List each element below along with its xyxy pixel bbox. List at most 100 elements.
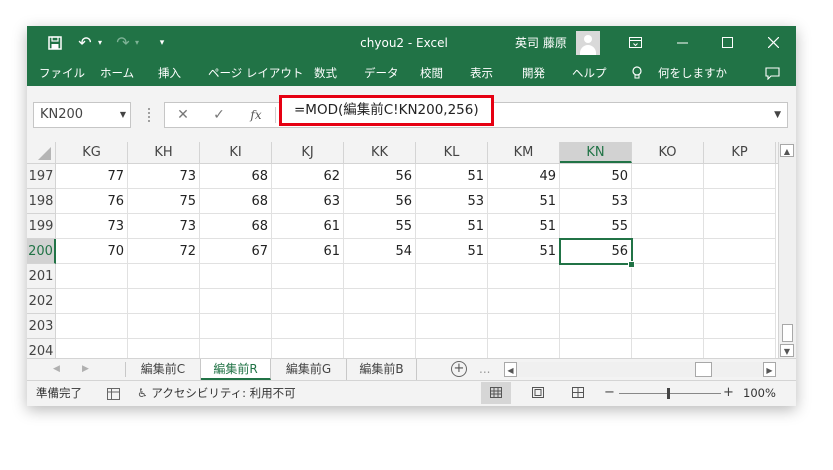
cell[interactable]	[272, 264, 344, 289]
cell[interactable]	[416, 264, 488, 289]
cell[interactable]	[344, 339, 416, 358]
cell[interactable]	[128, 339, 200, 358]
tab-review[interactable]: 校閲	[420, 62, 443, 86]
cell[interactable]	[200, 289, 272, 314]
row-header[interactable]: 202	[27, 289, 56, 314]
cell[interactable]: 56	[560, 239, 632, 264]
row-header[interactable]: 200	[27, 239, 56, 264]
cell[interactable]: 49	[488, 164, 560, 189]
tab-insert[interactable]: 挿入	[158, 62, 181, 86]
cell[interactable]: 54	[344, 239, 416, 264]
cell[interactable]	[704, 289, 776, 314]
column-header[interactable]: KJ	[272, 142, 344, 163]
formula-text[interactable]: =MOD(編集前C!KN200,256)	[294, 98, 479, 123]
cell[interactable]	[272, 314, 344, 339]
select-all-button[interactable]	[27, 142, 56, 163]
cell[interactable]	[704, 214, 776, 239]
chevron-down-icon[interactable]: ▼	[120, 103, 126, 127]
row-header[interactable]: 201	[27, 264, 56, 289]
cell[interactable]	[272, 339, 344, 358]
zoom-out-button[interactable]: −	[604, 381, 615, 405]
cell[interactable]: 70	[56, 239, 128, 264]
cell[interactable]	[632, 214, 704, 239]
tab-developer[interactable]: 開発	[522, 62, 545, 86]
cell[interactable]: 51	[488, 214, 560, 239]
expand-formula-bar-icon[interactable]: ▼	[774, 103, 781, 127]
cell[interactable]	[488, 264, 560, 289]
cell[interactable]: 55	[344, 214, 416, 239]
sheet-tab[interactable]: 編集前C	[126, 359, 201, 380]
row-header[interactable]: 197	[27, 164, 56, 189]
cell[interactable]: 51	[488, 189, 560, 214]
row-header[interactable]: 199	[27, 214, 56, 239]
vertical-scrollbar[interactable]: ▲ ▼	[778, 142, 796, 358]
cell[interactable]	[560, 264, 632, 289]
cell[interactable]: 50	[560, 164, 632, 189]
tab-formulas[interactable]: 数式	[314, 62, 337, 86]
zoom-slider-track[interactable]	[619, 393, 721, 394]
cell[interactable]: 62	[272, 164, 344, 189]
cell[interactable]: 67	[200, 239, 272, 264]
cell[interactable]	[560, 314, 632, 339]
cell[interactable]	[200, 314, 272, 339]
cell[interactable]: 61	[272, 214, 344, 239]
cell[interactable]: 68	[200, 214, 272, 239]
cell[interactable]	[632, 289, 704, 314]
column-header[interactable]: KH	[128, 142, 200, 163]
more-tabs-indicator[interactable]: ...	[479, 359, 490, 379]
sheet-tab[interactable]: 編集前G	[271, 359, 347, 380]
column-header[interactable]: KI	[200, 142, 272, 163]
add-sheet-icon[interactable]: +	[451, 361, 467, 377]
cell[interactable]	[344, 314, 416, 339]
tab-page-layout[interactable]: ページ レイアウト	[208, 62, 303, 86]
prev-sheet-arrow[interactable]: ◀	[53, 359, 60, 380]
sheet-tab-active[interactable]: 編集前R	[201, 359, 271, 380]
cell[interactable]	[632, 339, 704, 358]
redo-dropdown-icon[interactable]: ▾	[132, 26, 142, 60]
cell[interactable]	[56, 339, 128, 358]
cell[interactable]: 61	[272, 239, 344, 264]
cell[interactable]	[200, 264, 272, 289]
cell[interactable]	[704, 314, 776, 339]
cell[interactable]	[632, 164, 704, 189]
cell[interactable]	[488, 339, 560, 358]
cell[interactable]	[416, 289, 488, 314]
cell[interactable]	[632, 314, 704, 339]
scroll-left-arrow[interactable]: ◀	[504, 362, 517, 377]
cell[interactable]	[56, 289, 128, 314]
zoom-slider-thumb[interactable]	[667, 388, 670, 399]
cell[interactable]: 63	[272, 189, 344, 214]
scroll-down-arrow[interactable]: ▼	[780, 344, 794, 357]
redo-icon[interactable]: ↷	[113, 26, 133, 60]
column-header[interactable]: KM	[488, 142, 560, 163]
row-header[interactable]: 198	[27, 189, 56, 214]
minimize-icon[interactable]	[667, 26, 697, 60]
normal-view-icon[interactable]	[481, 382, 511, 404]
column-header[interactable]: KG	[56, 142, 128, 163]
column-header[interactable]: KP	[704, 142, 776, 163]
cell[interactable]	[128, 314, 200, 339]
name-box[interactable]: KN200 ▼	[33, 102, 131, 128]
tab-data[interactable]: データ	[364, 62, 399, 86]
cell[interactable]	[704, 339, 776, 358]
cell[interactable]: 51	[416, 239, 488, 264]
cell[interactable]	[344, 264, 416, 289]
cell[interactable]: 73	[128, 164, 200, 189]
tab-file[interactable]: ファイル	[39, 62, 85, 86]
cell[interactable]	[416, 314, 488, 339]
fill-handle[interactable]	[628, 261, 635, 268]
cell[interactable]	[128, 264, 200, 289]
cell[interactable]: 75	[128, 189, 200, 214]
cell[interactable]: 56	[344, 164, 416, 189]
cell[interactable]	[704, 264, 776, 289]
cell[interactable]: 68	[200, 189, 272, 214]
insert-function-icon[interactable]: fx	[245, 103, 267, 127]
column-header[interactable]: KL	[416, 142, 488, 163]
page-layout-view-icon[interactable]	[523, 382, 553, 404]
cell[interactable]	[272, 289, 344, 314]
next-sheet-arrow[interactable]: ▶	[82, 359, 89, 380]
cell[interactable]: 51	[416, 214, 488, 239]
macro-record-icon[interactable]	[107, 381, 120, 406]
cell[interactable]: 56	[344, 189, 416, 214]
cell[interactable]	[704, 189, 776, 214]
